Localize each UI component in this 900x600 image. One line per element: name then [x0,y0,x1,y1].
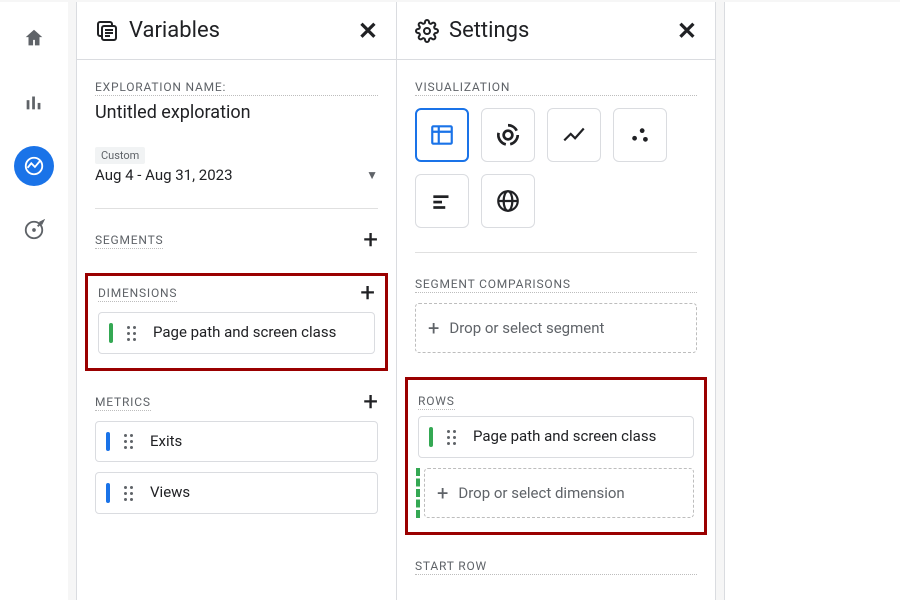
metric-chip[interactable]: Views [95,472,378,514]
segment-drop-zone[interactable]: + Drop or select segment [415,303,697,353]
date-range-value: Aug 4 - Aug 31, 2023 [95,166,233,184]
segments-section-head: SEGMENTS + [95,233,378,249]
viz-option-line[interactable] [547,108,601,162]
dimension-accent [429,427,433,447]
drag-handle-icon[interactable] [447,430,461,444]
exploration-name-field[interactable]: EXPLORATION NAME: Untitled exploration [95,80,378,123]
rows-highlight: ROWS Page path and screen class + Drop o… [405,377,707,535]
variables-panel: Variables ✕ EXPLORATION NAME: Untitled e… [76,2,396,600]
drag-handle-icon[interactable] [124,434,138,448]
visualization-options [415,108,697,228]
app-root: Variables ✕ EXPLORATION NAME: Untitled e… [0,0,900,600]
metric-chip-label: Views [150,483,365,503]
visualization-section: VISUALIZATION [415,80,697,228]
rows-drop-zone[interactable]: + Drop or select dimension [424,468,694,518]
date-range-picker[interactable]: Custom Aug 4 - Aug 31, 2023 ▼ [95,147,378,184]
close-icon[interactable]: ✕ [677,19,697,43]
dimension-chip-label: Page path and screen class [153,323,362,343]
rows-chip[interactable]: Page path and screen class [418,416,694,458]
viz-option-bar[interactable] [415,174,469,228]
plus-icon: + [428,318,439,338]
reports-icon[interactable] [14,82,54,122]
settings-body: VISUALIZATION [397,60,715,600]
settings-panel: Settings ✕ VISUALIZATION [396,2,716,600]
rows-chip-label: Page path and screen class [473,427,681,447]
add-segment-button[interactable]: + [363,233,378,249]
dimensions-section-head: DIMENSIONS + [98,286,375,302]
drag-handle-icon[interactable] [124,486,138,500]
chevron-down-icon: ▼ [366,168,378,182]
dimensions-label: DIMENSIONS [98,286,177,302]
viz-option-donut[interactable] [481,108,535,162]
segments-label: SEGMENTS [95,233,163,249]
dimension-chip[interactable]: Page path and screen class [98,312,375,354]
segment-comparisons-label: SEGMENT COMPARISONS [415,277,697,293]
divider [415,252,697,253]
close-icon[interactable]: ✕ [358,19,378,43]
target-icon[interactable] [14,210,54,250]
settings-header: Settings ✕ [397,2,715,60]
exploration-name-label: EXPLORATION NAME: [95,80,378,96]
metrics-section-head: METRICS + [95,395,378,411]
dimension-accent [109,323,113,343]
dimensions-highlight: DIMENSIONS + Page path and screen class [85,273,388,371]
settings-title: Settings [449,18,529,43]
start-row-label: START ROW [415,559,697,575]
variables-icon [95,19,119,43]
rows-label: ROWS [418,394,455,410]
rows-drop-label: Drop or select dimension [458,484,624,502]
date-preset-badge: Custom [95,147,145,164]
variables-title: Variables [129,18,220,43]
home-icon[interactable] [14,18,54,58]
metric-accent [106,483,110,503]
viz-option-scatter[interactable] [613,108,667,162]
segment-drop-label: Drop or select segment [449,319,604,337]
viz-option-table[interactable] [415,108,469,162]
nav-rail [0,2,68,600]
metric-chip[interactable]: Exits [95,421,378,463]
metric-chip-label: Exits [150,432,365,452]
variables-body: EXPLORATION NAME: Untitled exploration C… [77,60,396,600]
exploration-name-value: Untitled exploration [95,102,378,123]
start-row-section: START ROW [415,559,697,575]
explore-icon[interactable] [14,146,54,186]
metric-accent [106,432,110,452]
visualization-label: VISUALIZATION [415,80,697,96]
gear-icon [415,19,439,43]
divider [95,208,378,209]
rows-dashed-rail [416,468,420,518]
viz-option-geo[interactable] [481,174,535,228]
metrics-section: METRICS + Exits Views [95,395,378,514]
add-metric-button[interactable]: + [363,395,378,411]
add-dimension-button[interactable]: + [360,286,375,302]
metrics-label: METRICS [95,395,151,411]
segment-comparisons-section: SEGMENT COMPARISONS + Drop or select seg… [415,277,697,353]
plus-icon: + [437,483,448,503]
drag-handle-icon[interactable] [127,326,141,340]
variables-header: Variables ✕ [77,2,396,60]
canvas-area [724,2,900,600]
